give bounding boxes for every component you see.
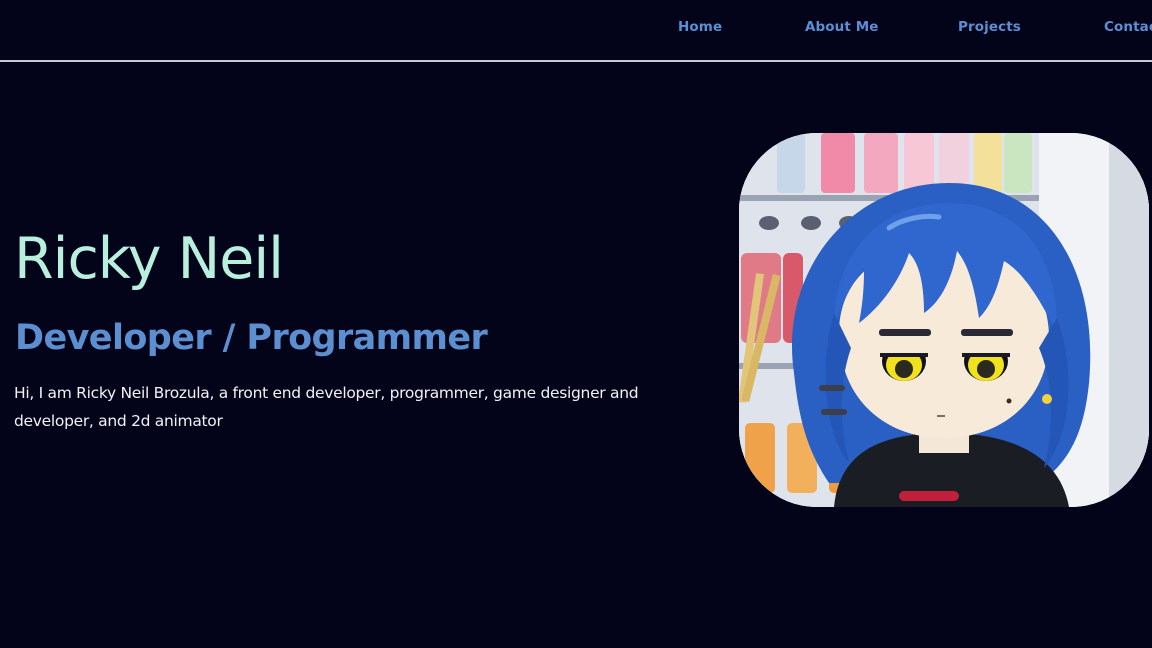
- nav-link-projects[interactable]: Projects: [958, 19, 1021, 35]
- portfolio-page: Home About Me Projects Contac Ricky Neil…: [0, 0, 1152, 648]
- hero-bio: Hi, I am Ricky Neil Brozula, a front end…: [14, 384, 639, 430]
- hero-name: Ricky Neil: [14, 226, 284, 292]
- profile-portrait: [739, 133, 1149, 507]
- nav-link-home[interactable]: Home: [678, 19, 722, 35]
- nav-divider: [0, 60, 1152, 62]
- nav-link-about-me[interactable]: About Me: [805, 19, 879, 35]
- hero-role: Developer / Programmer: [15, 318, 488, 358]
- nav-link-contact[interactable]: Contac: [1104, 19, 1152, 35]
- top-navbar: Home About Me Projects Contac: [0, 0, 1152, 60]
- anime-character-portrait-icon: [739, 133, 1149, 507]
